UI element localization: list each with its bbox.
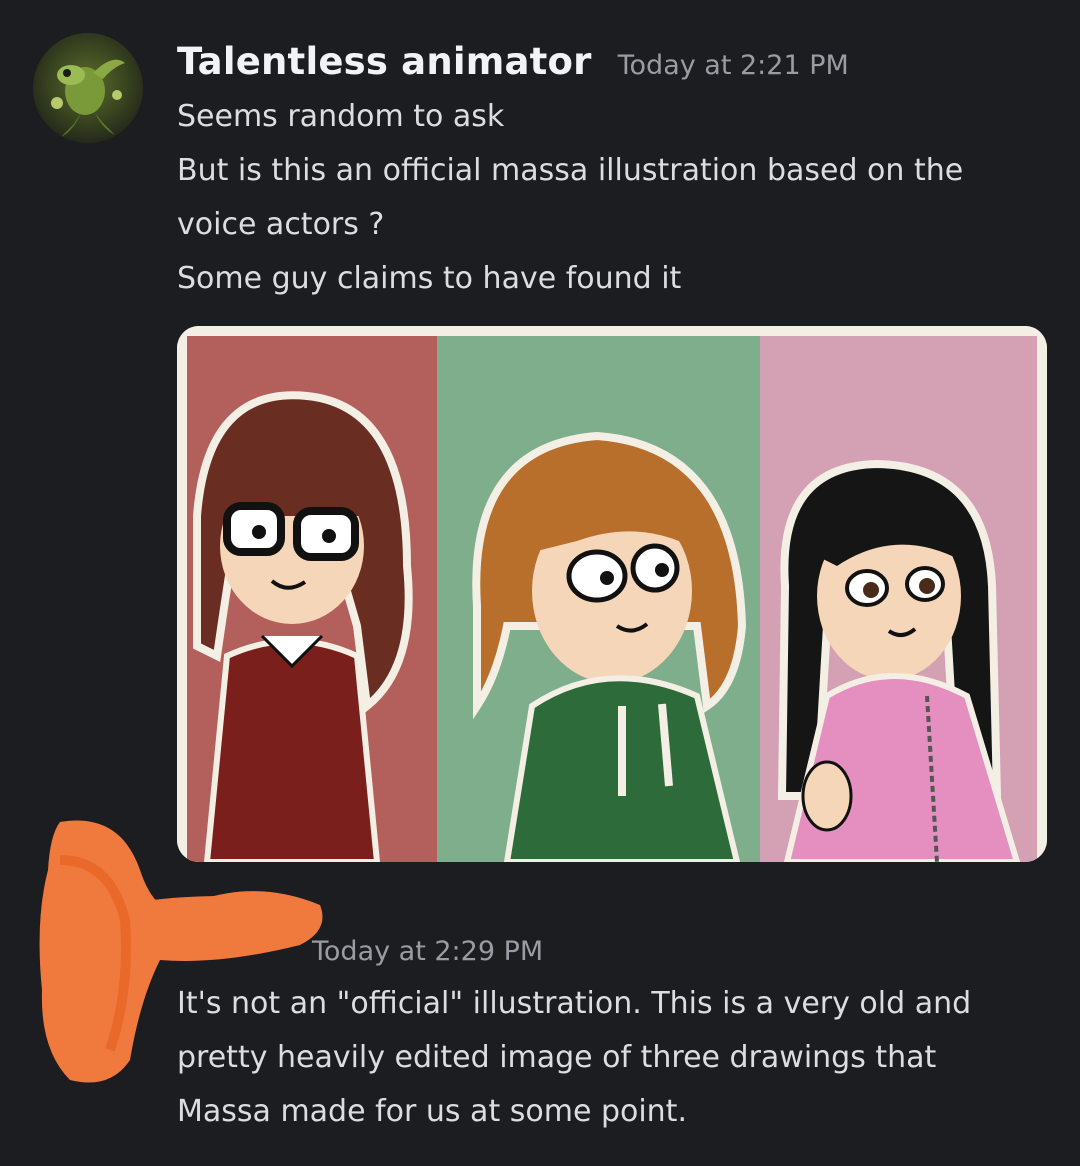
message-text-line: voice actors ? — [177, 207, 385, 242]
message-timestamp: Today at 2:21 PM — [617, 50, 849, 81]
message-text-line: It's not an "official" illustration. Thi… — [177, 986, 972, 1021]
image-attachment[interactable] — [177, 326, 1047, 862]
character-right — [777, 459, 1021, 862]
message-text-line: But is this an official massa illustrati… — [177, 153, 964, 188]
user-avatar[interactable] — [33, 33, 143, 143]
message-text-line: Massa made for us at some point. — [177, 1094, 687, 1129]
chat-view: Talentless animator Today at 2:21 PM See… — [0, 0, 1080, 1166]
message-text-line: pretty heavily edited image of three dra… — [177, 1040, 937, 1075]
message-text-line: Seems random to ask — [177, 99, 505, 134]
message-timestamp: Today at 2:29 PM — [312, 936, 544, 967]
message-text-line: Some guy claims to have found it — [177, 261, 682, 296]
author-name[interactable]: Talentless animator — [177, 40, 592, 83]
message-header: Talentless animator Today at 2:21 PM — [177, 40, 849, 83]
